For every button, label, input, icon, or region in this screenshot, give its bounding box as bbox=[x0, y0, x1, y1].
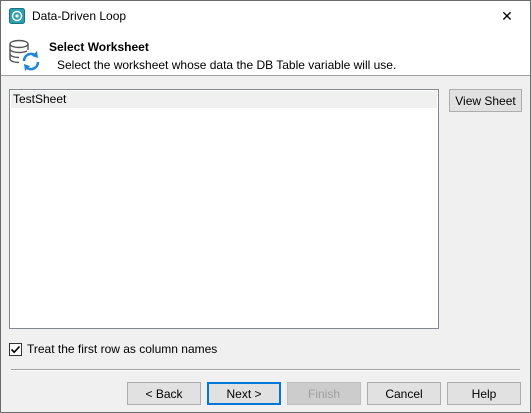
list-item[interactable]: TestSheet bbox=[11, 91, 437, 108]
first-row-header-label: Treat the first row as column names bbox=[27, 342, 218, 356]
footer-separator bbox=[11, 369, 520, 371]
view-sheet-label: View Sheet bbox=[455, 93, 516, 108]
worksheet-list[interactable]: TestSheet bbox=[9, 89, 439, 329]
help-button[interactable]: Help bbox=[447, 382, 521, 405]
database-refresh-icon bbox=[9, 39, 40, 71]
title-bar: Data-Driven Loop ✕ bbox=[1, 1, 530, 31]
page-title: Select Worksheet bbox=[49, 40, 149, 54]
app-icon bbox=[9, 8, 25, 24]
window-title: Data-Driven Loop bbox=[32, 9, 127, 23]
first-row-header-checkbox[interactable] bbox=[9, 342, 22, 356]
wizard-header: Select Worksheet Select the worksheet wh… bbox=[1, 31, 530, 76]
back-label: < Back bbox=[145, 386, 183, 401]
next-button[interactable]: Next > bbox=[207, 382, 281, 405]
finish-label: Finish bbox=[307, 386, 340, 401]
wizard-window: Data-Driven Loop ✕ Select Worksheet Sele… bbox=[0, 0, 531, 413]
close-button[interactable]: ✕ bbox=[484, 1, 530, 31]
finish-button[interactable]: Finish bbox=[287, 382, 361, 405]
cancel-button[interactable]: Cancel bbox=[367, 382, 441, 405]
checkmark-icon bbox=[10, 345, 21, 353]
next-label: Next > bbox=[226, 386, 262, 401]
page-description: Select the worksheet whose data the DB T… bbox=[57, 58, 397, 72]
cancel-label: Cancel bbox=[385, 386, 423, 401]
first-row-header-option[interactable]: Treat the first row as column names bbox=[9, 341, 217, 357]
help-label: Help bbox=[471, 386, 497, 401]
back-button[interactable]: < Back bbox=[127, 382, 201, 405]
worksheet-name: TestSheet bbox=[13, 92, 67, 106]
close-icon: ✕ bbox=[501, 7, 513, 24]
view-sheet-button[interactable]: View Sheet bbox=[449, 89, 522, 112]
